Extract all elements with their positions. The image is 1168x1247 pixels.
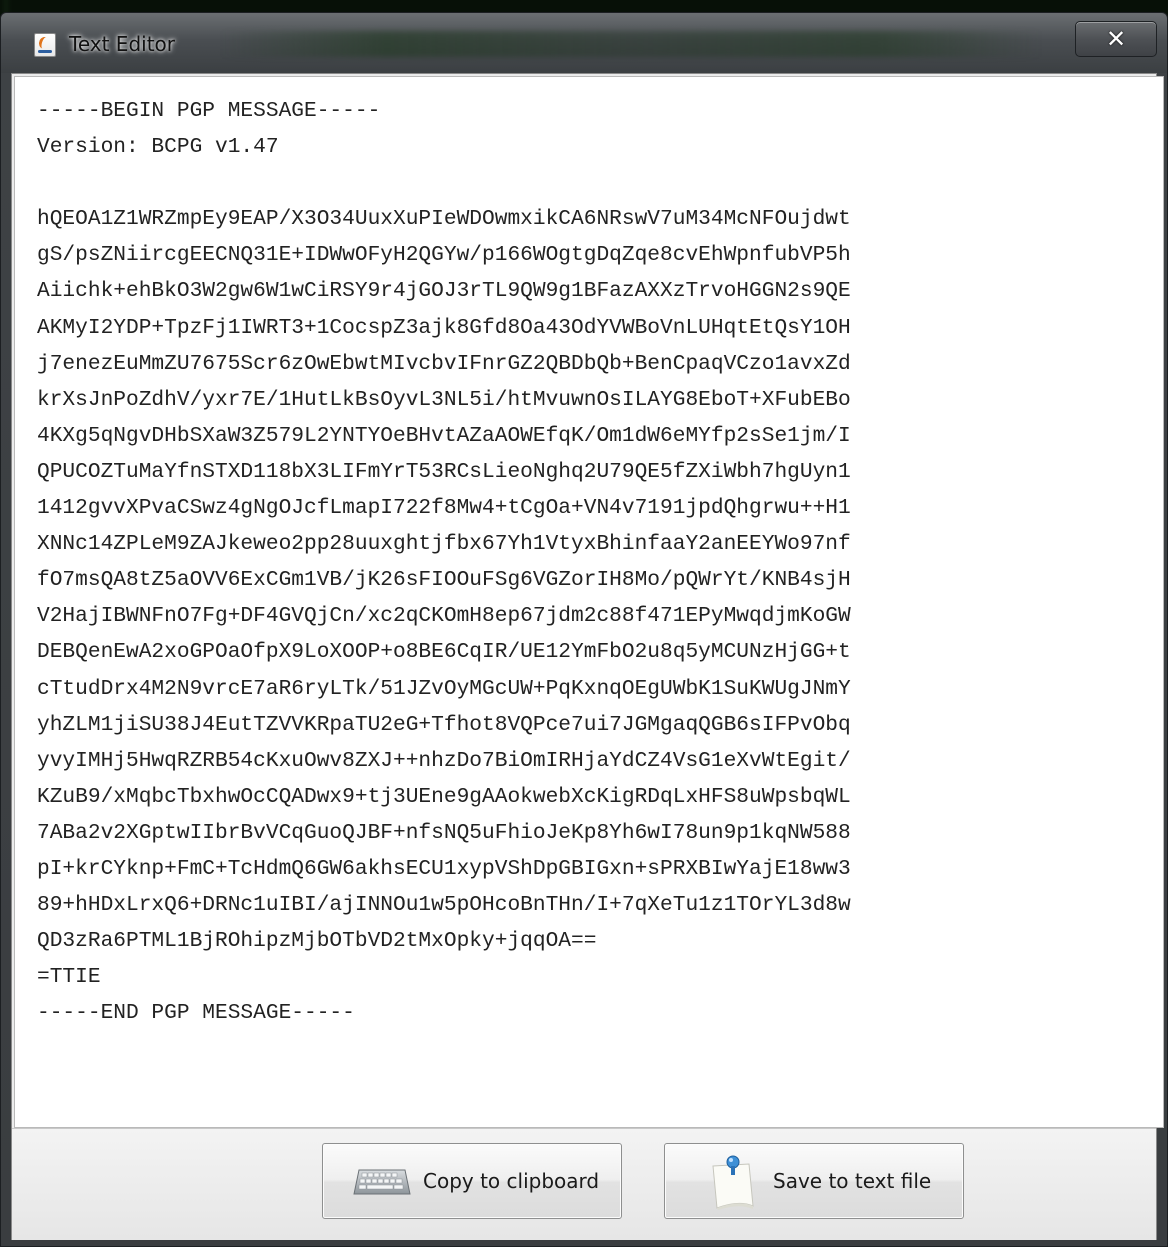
save-to-text-file-button[interactable]: Save to text file (664, 1143, 964, 1219)
save-to-text-file-label: Save to text file (773, 1169, 932, 1193)
close-button[interactable]: ✕ (1075, 21, 1157, 57)
copy-to-clipboard-button[interactable]: Copy to clipboard (322, 1143, 622, 1219)
text-editor-window: Text Editor ✕ -----BEGIN PGP MESSAGE----… (0, 12, 1168, 1247)
copy-to-clipboard-label: Copy to clipboard (423, 1169, 600, 1193)
sticky-note-icon (712, 1155, 754, 1210)
keyboard-icon (353, 1169, 411, 1195)
title-bar-backdrop (221, 31, 1041, 57)
pgp-message-text-area[interactable]: -----BEGIN PGP MESSAGE----- Version: BCP… (14, 76, 1164, 1128)
close-icon: ✕ (1105, 25, 1127, 53)
java-app-icon (34, 33, 56, 57)
pgp-message-text[interactable]: -----BEGIN PGP MESSAGE----- Version: BCP… (37, 93, 851, 1031)
window-title: Text Editor (69, 32, 175, 56)
title-bar[interactable]: Text Editor ✕ (1, 13, 1167, 73)
button-panel: Copy to clipboard Save to text file (12, 1128, 1156, 1240)
window-content: -----BEGIN PGP MESSAGE----- Version: BCP… (11, 73, 1164, 1240)
